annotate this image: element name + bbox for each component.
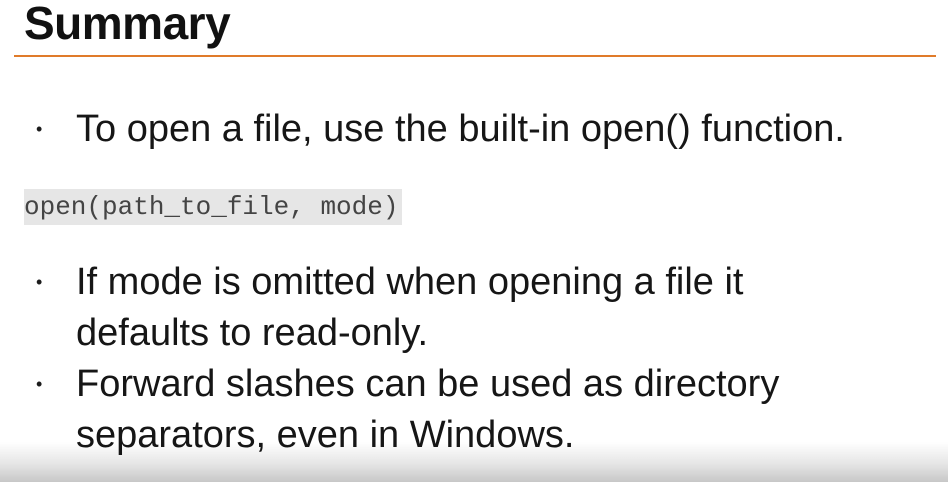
bullet-text-line: defaults to read-only. (76, 312, 429, 354)
bullet-text-line: If mode is omitted when opening a file i… (76, 261, 744, 303)
title-underline (14, 55, 936, 57)
slide-title: Summary (24, 0, 231, 49)
bullet-text-line: Forward slashes can be used as directory (76, 363, 780, 405)
bullet-text: To open a file, use the built-in open() … (76, 104, 946, 155)
video-bottom-shade (0, 442, 948, 482)
bullet-marker: • (36, 272, 43, 292)
bullet-text-line: To open a file, use the built-in open() … (76, 108, 845, 150)
bullet-text: If mode is omitted when opening a file i… (76, 257, 946, 359)
bullet-marker: • (36, 119, 43, 139)
code-snippet: open(path_to_file, mode) (24, 189, 403, 225)
slide: Summary • To open a file, use the built-… (0, 0, 948, 482)
bullet-marker: • (36, 374, 43, 394)
